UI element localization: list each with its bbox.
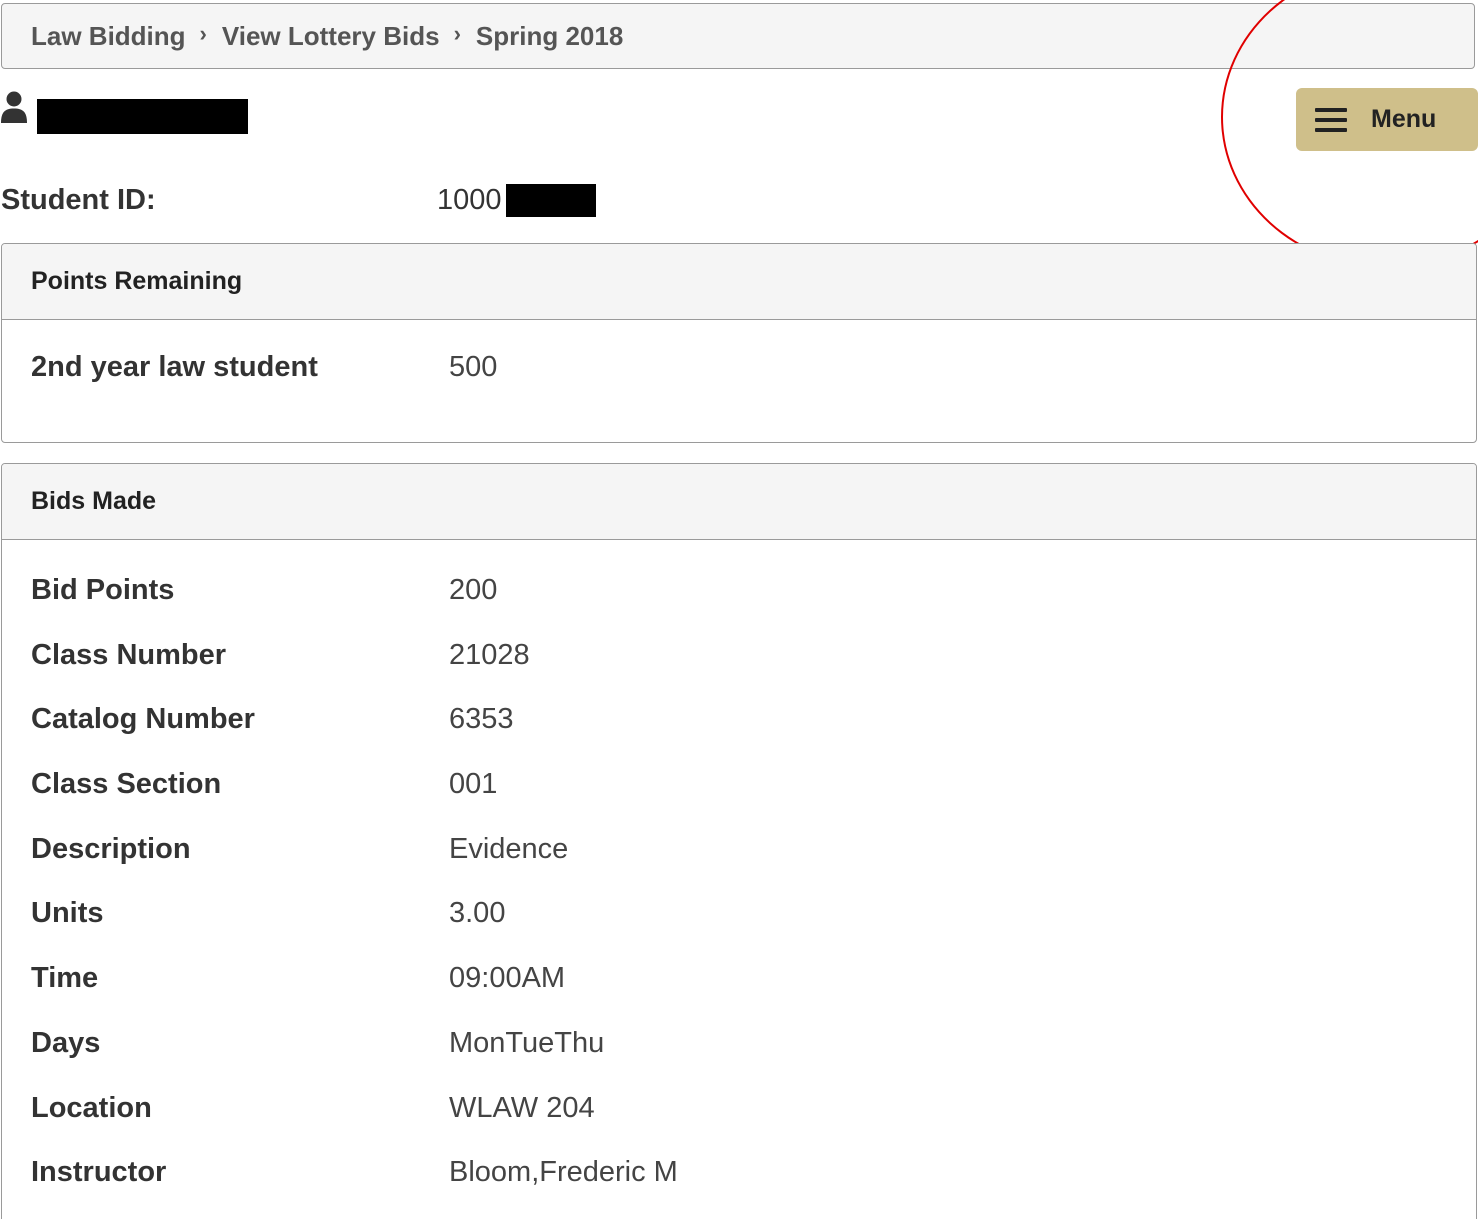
panel-heading: Bids Made: [2, 464, 1476, 540]
points-remaining-panel: Points Remaining 2nd year law student 50…: [1, 243, 1477, 443]
bids-list: Bid Points 200 Class Number 21028 Catalo…: [2, 540, 1476, 1205]
list-item: Class Number 21028: [2, 623, 1476, 688]
row-label: Catalog Number: [31, 703, 255, 736]
row-value: MonTueThu: [449, 1026, 605, 1059]
redacted-student-id: [505, 184, 596, 217]
user-icon: [1, 91, 27, 123]
breadcrumb-item-law-bidding[interactable]: Law Bidding: [31, 21, 186, 52]
row-value: 6353: [449, 703, 514, 736]
menu-button-label: Menu: [1371, 105, 1437, 133]
list-item: Class Section 001: [2, 752, 1476, 817]
row-label: Location: [31, 1091, 152, 1124]
row-label: Description: [31, 832, 191, 865]
chevron-right-icon: ›: [453, 21, 461, 46]
chevron-right-icon: ›: [199, 21, 207, 46]
breadcrumb: Law Bidding › View Lottery Bids › Spring…: [1, 3, 1475, 69]
row-value: 09:00AM: [449, 962, 566, 995]
row-value: Evidence: [449, 832, 569, 865]
redacted-student-name: [37, 99, 248, 134]
row-value: 21028: [449, 638, 530, 671]
breadcrumb-item-current-term: Spring 2018: [475, 20, 624, 51]
row-label: Bid Points: [31, 574, 175, 606]
student-id-prefix: 1000: [437, 184, 502, 216]
row-label: Units: [31, 897, 104, 930]
row-value: WLAW 204: [449, 1091, 595, 1124]
row-value: 500: [449, 351, 498, 383]
breadcrumb-item-view-lottery-bids[interactable]: View Lottery Bids: [222, 21, 440, 52]
menu-button[interactable]: Menu: [1296, 88, 1478, 151]
list-item: Bid Points 200: [2, 558, 1476, 623]
row-value: Bloom,Frederic M: [449, 1156, 678, 1189]
list-item: Location WLAW 204: [2, 1076, 1476, 1141]
list-item: 2nd year law student 500: [2, 339, 1476, 404]
list-item: Time 09:00AM: [2, 946, 1476, 1011]
list-item: Units 3.00: [2, 881, 1476, 946]
row-label: Days: [31, 1026, 101, 1059]
row-label: Instructor: [31, 1156, 167, 1189]
list-item: Catalog Number 6353: [2, 687, 1476, 752]
row-value: 001: [449, 768, 498, 801]
row-value: 3.00: [449, 897, 506, 930]
page: Law Bidding › View Lottery Bids › Spring…: [0, 0, 1478, 1219]
row-label: Class Number: [31, 638, 227, 671]
bids-made-panel: Bids Made Bid Points 200 Class Number 21…: [1, 463, 1477, 1219]
panel-heading: Points Remaining: [2, 244, 1476, 320]
list-item: Description Evidence: [2, 817, 1476, 882]
row-label: 2nd year law student: [31, 351, 318, 383]
student-id-value: 1000: [437, 184, 596, 217]
row-label: Class Section: [31, 768, 222, 801]
row-value: 200: [449, 574, 498, 606]
list-item: Days MonTueThu: [2, 1011, 1476, 1076]
row-label: Time: [31, 962, 99, 995]
list-item: Instructor Bloom,Frederic M: [2, 1140, 1476, 1205]
hamburger-icon: [1315, 107, 1347, 132]
student-id-label: Student ID:: [1, 184, 156, 216]
